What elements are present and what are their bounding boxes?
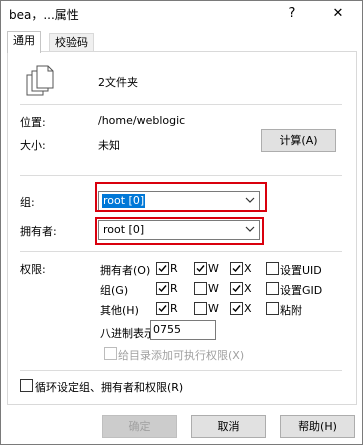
perm-x-label: X — [244, 262, 252, 275]
check-icon — [196, 265, 205, 273]
check-icon — [158, 285, 167, 293]
cancel-button[interactable]: 取消 — [191, 415, 266, 438]
perm-r-label: R — [170, 282, 178, 295]
divider — [20, 175, 342, 176]
folder-icon — [26, 65, 54, 96]
highlight-box — [95, 217, 264, 245]
tab-strip: 通用 校验码 — [1, 29, 362, 53]
help-button[interactable]: 帮助(H) — [280, 415, 355, 438]
size-value: 未知 — [98, 139, 120, 152]
setgid-checkbox[interactable] — [266, 282, 279, 295]
perm-r-label: R — [170, 262, 178, 275]
location-value: /home/weblogic — [98, 114, 186, 127]
add-exec-checkbox[interactable] — [104, 347, 117, 360]
perm-r-label: R — [170, 302, 178, 315]
check-icon — [232, 265, 241, 273]
general-panel: 2文件夹 位置: /home/weblogic 大小: 未知 计算(A) 组: … — [7, 51, 357, 405]
check-icon — [232, 305, 241, 313]
perm-group-label: 组(G) — [100, 284, 129, 297]
help-title-button[interactable]: ? — [281, 4, 303, 24]
perm-other-read-checkbox[interactable] — [156, 302, 169, 315]
octal-value: 0755 — [153, 323, 181, 336]
sticky-label: 粘附 — [280, 304, 302, 317]
perm-owner-write-checkbox[interactable] — [194, 262, 207, 275]
perm-owner-label: 拥有者(O) — [100, 264, 151, 277]
location-label: 位置: — [20, 116, 46, 129]
perm-other-exec-checkbox[interactable] — [230, 302, 243, 315]
check-icon — [158, 265, 167, 273]
perm-w-label: W — [208, 302, 219, 315]
perm-other-write-checkbox[interactable] — [194, 302, 207, 315]
perm-group-exec-checkbox[interactable] — [230, 282, 243, 295]
octal-label: 八进制表示 — [100, 327, 155, 340]
setgid-label: 设置GID — [280, 284, 323, 297]
perm-group-read-checkbox[interactable] — [156, 282, 169, 295]
title-bar: bea，...属性 ? ✕ — [1, 1, 362, 28]
permissions-label: 权限: — [20, 263, 46, 276]
setuid-checkbox[interactable] — [266, 262, 279, 275]
sticky-checkbox[interactable] — [266, 302, 279, 315]
perm-w-label: W — [208, 282, 219, 295]
octal-input[interactable]: 0755 — [150, 320, 216, 340]
divider — [20, 104, 342, 105]
window-title: bea，...属性 — [9, 8, 79, 22]
calculate-button[interactable]: 计算(A) — [261, 129, 336, 152]
perm-owner-read-checkbox[interactable] — [156, 262, 169, 275]
owner-label: 拥有者: — [20, 225, 57, 238]
check-icon — [158, 305, 167, 313]
recurse-checkbox[interactable] — [20, 379, 33, 392]
perm-group-write-checkbox[interactable] — [194, 282, 207, 295]
tab-checksum[interactable]: 校验码 — [49, 33, 94, 52]
perm-x-label: X — [244, 302, 252, 315]
item-name: 2文件夹 — [98, 76, 138, 89]
tab-general[interactable]: 通用 — [7, 31, 41, 53]
recurse-label: 循环设定组、拥有者和权限(R) — [35, 381, 184, 394]
group-label: 组: — [20, 196, 35, 209]
perm-w-label: W — [208, 262, 219, 275]
perm-x-label: X — [244, 282, 252, 295]
setuid-label: 设置UID — [280, 264, 322, 277]
divider — [20, 370, 342, 371]
highlight-box — [95, 182, 267, 212]
close-button[interactable]: ✕ — [327, 4, 349, 24]
perm-owner-exec-checkbox[interactable] — [230, 262, 243, 275]
divider — [20, 251, 342, 252]
ok-button[interactable]: 确定 — [102, 415, 177, 438]
check-icon — [232, 285, 241, 293]
add-exec-label: 给目录添加可执行权限(X) — [118, 349, 245, 362]
properties-dialog: bea，...属性 ? ✕ 通用 校验码 2文件夹 位置: /home/webl… — [0, 0, 363, 445]
perm-other-label: 其他(H) — [100, 304, 139, 317]
size-label: 大小: — [20, 139, 46, 152]
